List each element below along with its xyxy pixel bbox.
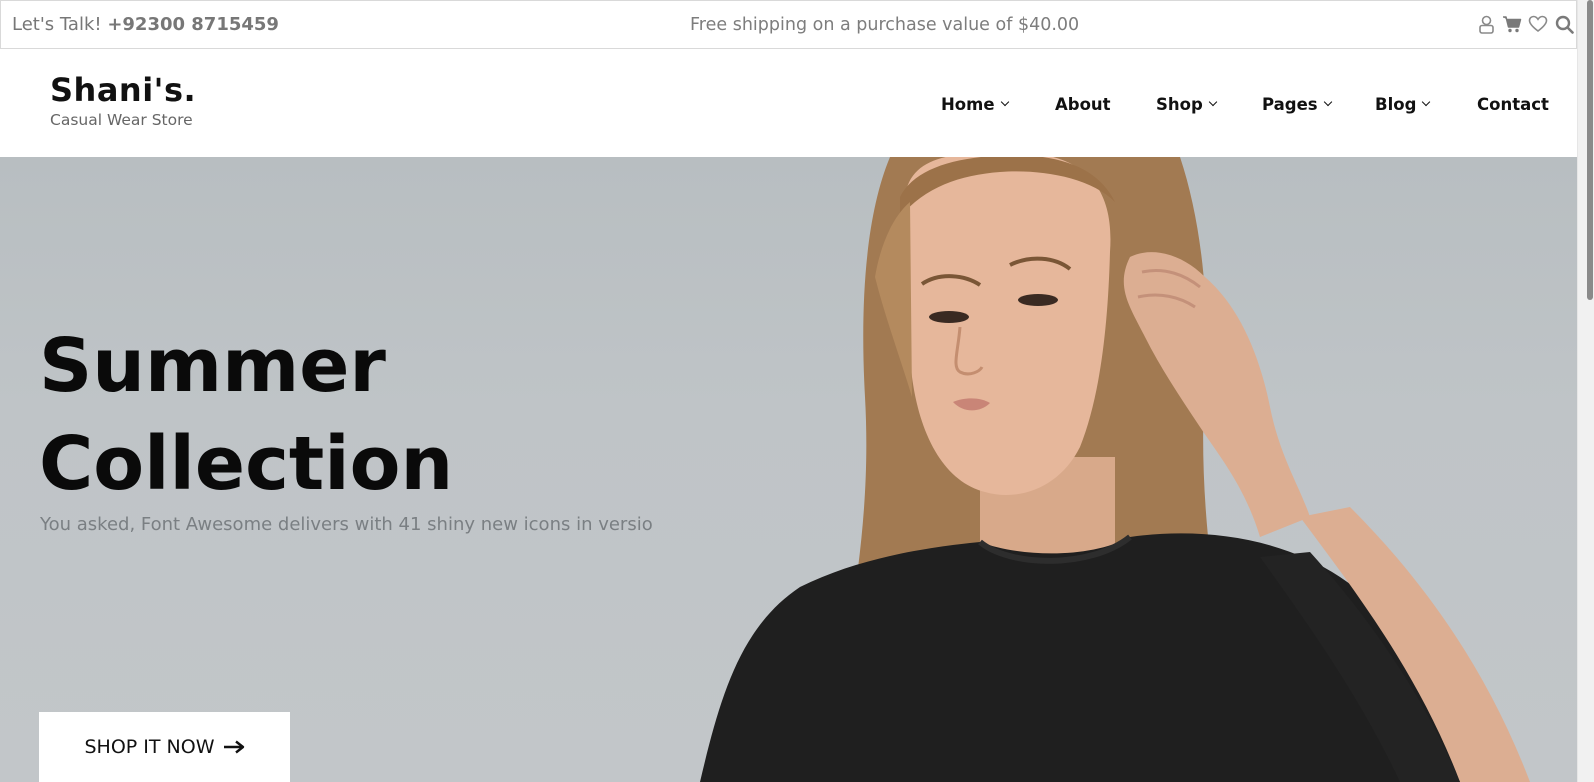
nav-item-label: About xyxy=(1055,95,1111,114)
topbar-icons xyxy=(1476,14,1574,34)
shop-now-label: SHOP IT NOW xyxy=(84,736,215,758)
nav-item-label: Pages xyxy=(1262,95,1318,114)
shop-now-button[interactable]: SHOP IT NOW xyxy=(39,712,290,782)
chevron-down-icon xyxy=(1422,97,1431,107)
talk-prefix: Let's Talk! xyxy=(12,14,108,35)
nav-item-label: Home xyxy=(941,95,995,114)
brand-tagline: Casual Wear Store xyxy=(50,111,193,129)
nav-item-blog[interactable]: Blog xyxy=(1375,95,1431,114)
nav-item-label: Shop xyxy=(1156,95,1203,114)
hero-title: Summer Collection xyxy=(39,317,599,513)
brand-logo[interactable]: Shani's. Casual Wear Store xyxy=(50,71,197,129)
chevron-down-icon xyxy=(1208,97,1218,107)
heart-icon[interactable] xyxy=(1528,14,1548,34)
user-icon[interactable] xyxy=(1476,14,1496,34)
chevron-down-icon xyxy=(1000,97,1009,107)
shipping-notice: Free shipping on a purchase value of $40… xyxy=(690,15,1080,35)
hero-title-line1: Summer xyxy=(39,323,386,409)
hero-subtitle: You asked, Font Awesome delivers with 41… xyxy=(40,514,653,535)
hero-banner: Summer Collection You asked, Font Awesom… xyxy=(0,157,1577,782)
phone-number[interactable]: +92300 8715459 xyxy=(107,14,279,35)
nav-item-shop[interactable]: Shop xyxy=(1156,95,1218,114)
scrollbar-thumb[interactable] xyxy=(1587,0,1593,300)
hero-title-line2: Collection xyxy=(39,421,454,507)
chevron-down-icon xyxy=(1323,97,1332,107)
nav-item-label: Contact xyxy=(1477,95,1549,114)
page: Let's Talk! +92300 8715459 Free shipping… xyxy=(0,0,1594,782)
nav-item-home[interactable]: Home xyxy=(941,95,1009,114)
search-icon[interactable] xyxy=(1554,14,1574,34)
top-info-bar: Let's Talk! +92300 8715459 Free shipping… xyxy=(0,0,1577,49)
page-scrollbar[interactable] xyxy=(1577,0,1594,782)
contact-phone[interactable]: Let's Talk! +92300 8715459 xyxy=(12,14,279,35)
hero-model-image xyxy=(700,157,1530,782)
nav-item-about[interactable]: About xyxy=(1055,95,1111,114)
arrow-right-icon xyxy=(223,740,244,754)
cart-icon[interactable] xyxy=(1502,14,1522,34)
nav-item-pages[interactable]: Pages xyxy=(1262,95,1332,114)
brand-name: Shani's. xyxy=(50,71,197,109)
nav-item-contact[interactable]: Contact xyxy=(1477,95,1549,114)
site-header: Shani's. Casual Wear Store Home About Sh… xyxy=(0,49,1577,157)
nav-item-label: Blog xyxy=(1375,95,1417,114)
